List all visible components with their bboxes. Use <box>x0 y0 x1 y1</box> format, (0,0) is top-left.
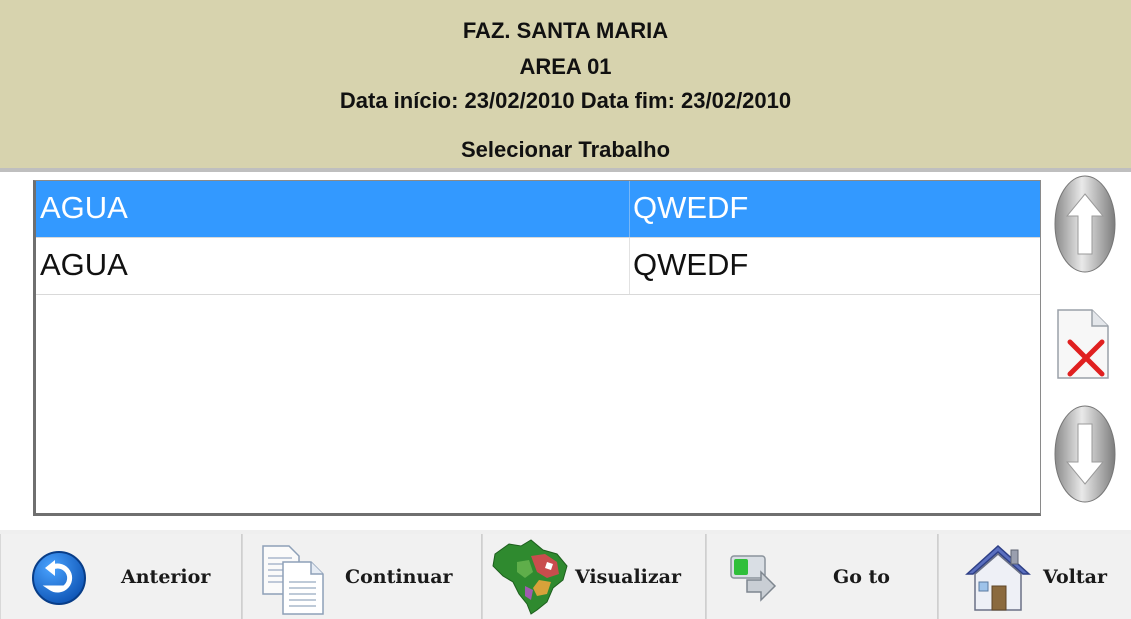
area-name: AREA 01 <box>519 54 612 79</box>
list-item-code: QWEDF <box>633 247 749 282</box>
back-arrow-icon <box>32 551 86 605</box>
anterior-label: Anterior <box>121 566 211 588</box>
bottom-toolbar: Anterior Continuar Visualizar Go to Volt… <box>0 530 1131 619</box>
delete-document-icon <box>1057 309 1109 379</box>
brazil-map-icon <box>492 539 568 615</box>
arrow-down-icon <box>1054 405 1116 503</box>
voltar-label: Voltar <box>1043 566 1107 588</box>
list-item-code: QWEDF <box>633 190 749 225</box>
page-header: FAZ. SANTA MARIA AREA 01 Data início: 23… <box>0 0 1131 172</box>
list-item[interactable]: AGUA QWEDF <box>36 181 1040 238</box>
home-icon <box>965 544 1031 611</box>
continuar-button[interactable]: Continuar <box>242 534 482 619</box>
list-item[interactable]: AGUA QWEDF <box>36 238 1040 295</box>
scroll-down-button[interactable] <box>1053 404 1117 504</box>
goto-label: Go to <box>833 566 890 588</box>
date-range: Data início: 23/02/2010 Data fim: 23/02/… <box>339 88 792 113</box>
scroll-up-button[interactable] <box>1053 174 1117 274</box>
goto-arrow-icon <box>730 555 777 602</box>
delete-button[interactable] <box>1052 306 1112 381</box>
column-divider <box>629 181 630 237</box>
column-divider <box>629 238 630 294</box>
farm-name: FAZ. SANTA MARIA <box>462 18 669 43</box>
anterior-button[interactable]: Anterior <box>0 534 242 619</box>
arrow-up-icon <box>1054 175 1116 273</box>
visualizar-label: Visualizar <box>575 566 681 588</box>
continuar-label: Continuar <box>345 566 453 588</box>
copy-documents-icon <box>262 545 324 615</box>
list-item-name: AGUA <box>40 247 128 282</box>
voltar-button[interactable]: Voltar <box>938 534 1131 619</box>
page-title: Selecionar Trabalho <box>460 137 671 162</box>
list-item-name: AGUA <box>40 190 128 225</box>
visualizar-button[interactable]: Visualizar <box>482 534 706 619</box>
job-list[interactable]: AGUA QWEDF AGUA QWEDF <box>33 180 1041 516</box>
goto-button[interactable]: Go to <box>706 534 938 619</box>
